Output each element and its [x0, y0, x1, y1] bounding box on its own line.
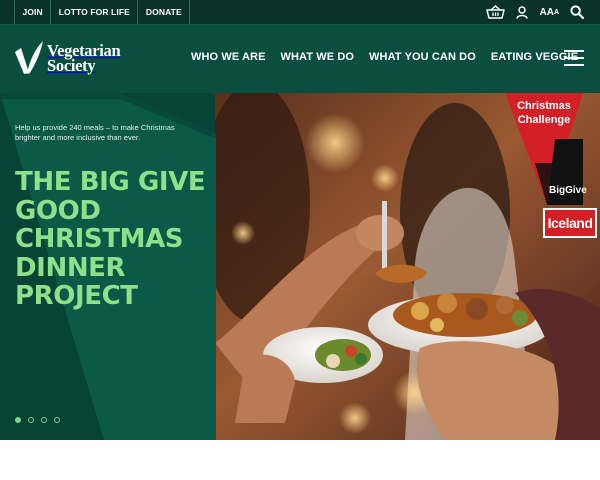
- lotto-for-life-link[interactable]: LOTTO FOR LIFE: [51, 0, 139, 24]
- donate-link[interactable]: DONATE: [138, 0, 191, 24]
- main-nav: WHO WE ARE WHAT WE DO WHAT YOU CAN DO EA…: [191, 51, 578, 63]
- nav-what-we-do[interactable]: WHAT WE DO: [281, 51, 355, 63]
- nav-what-you-can-do[interactable]: WHAT YOU CAN DO: [369, 51, 476, 63]
- search-icon[interactable]: [570, 5, 584, 19]
- site-logo[interactable]: Vegetarian Society: [14, 40, 121, 76]
- hero-blurb-overlay: Help us provide 240 meals – to make Chri…: [15, 122, 175, 143]
- utility-bar: JOIN LOTTO FOR LIFE DONATE AAA: [0, 0, 600, 25]
- carousel-dots-overlay: [15, 417, 60, 423]
- utility-links: JOIN LOTTO FOR LIFE DONATE: [14, 0, 191, 24]
- iceland-logo: Iceland: [543, 208, 597, 238]
- badge-title-line2: Challenge: [517, 114, 571, 126]
- carousel-dot[interactable]: [54, 417, 60, 423]
- carousel-dot[interactable]: [41, 417, 47, 423]
- account-icon[interactable]: [516, 5, 529, 19]
- carousel-dot-active[interactable]: [15, 417, 21, 423]
- logo-text-society: Society: [47, 56, 96, 75]
- badge-title-line1: Christmas: [517, 100, 571, 112]
- hero-headline-overlay: THE BIG GIVE GOOD CHRISTMAS DINNER PROJE…: [15, 167, 206, 311]
- vegetarian-society-v-logo: [15, 41, 43, 74]
- carousel-dot[interactable]: [28, 417, 34, 423]
- text-size-icon[interactable]: AAA: [539, 7, 559, 18]
- join-link[interactable]: JOIN: [15, 0, 52, 24]
- basket-icon[interactable]: [486, 5, 506, 19]
- hamburger-icon[interactable]: [564, 50, 584, 66]
- christmas-challenge-badge: Christmas Challenge BigGive: [505, 93, 587, 205]
- nav-who-we-are[interactable]: WHO WE ARE: [191, 51, 266, 63]
- utility-icons: AAA: [486, 0, 584, 24]
- biggive-logo-text: BigGive: [549, 185, 587, 196]
